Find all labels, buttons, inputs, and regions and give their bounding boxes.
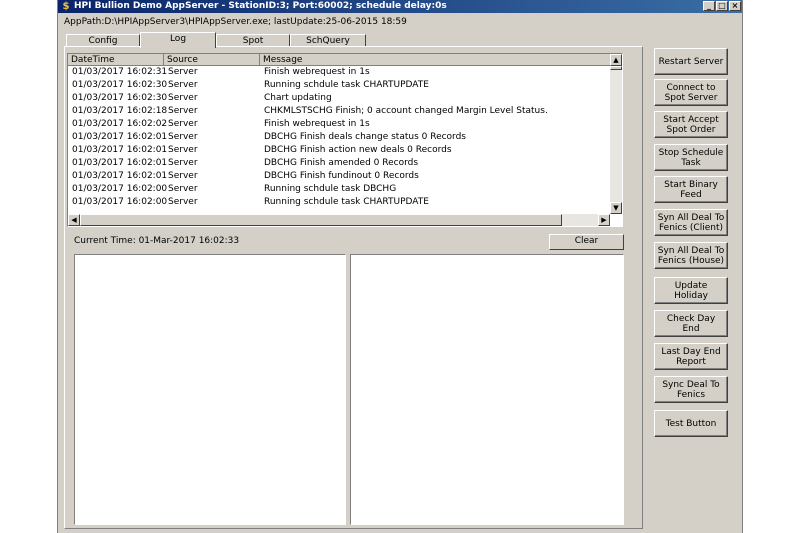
scroll-thumb-horizontal[interactable] (80, 214, 562, 226)
cell-datetime: 01/03/2017 16:02:01 (72, 158, 168, 168)
title-bar[interactable]: $ HPI Bullion Demo AppServer - StationID… (58, 0, 742, 13)
syn-deal-fenics-house-button[interactable]: Syn All Deal To Fenics (House) (654, 242, 728, 269)
cell-source: Server (168, 67, 198, 77)
cell-message: Finish webrequest in 1s (264, 67, 370, 77)
cell-message: Running schdule task CHARTUPDATE (264, 80, 429, 90)
table-row[interactable]: 01/03/2017 16:02:01 Server DBCHG Finish ac… (68, 144, 614, 157)
table-row[interactable]: 01/03/2017 16:02:01 Server DBCHG Finish am… (68, 157, 614, 170)
log-horizontal-scrollbar[interactable]: ◀ ▶ (68, 214, 610, 226)
stop-schedule-task-button[interactable]: Stop Schedule Task (654, 144, 728, 171)
scroll-thumb-vertical[interactable] (610, 66, 622, 70)
update-holiday-button[interactable]: Update Holiday (654, 277, 728, 304)
cell-datetime: 01/03/2017 16:02:00 (72, 197, 168, 207)
table-row[interactable]: 01/03/2017 16:02:30 Server Running schdule… (68, 79, 614, 92)
cell-message: Chart updating (264, 93, 332, 103)
table-row[interactable]: 01/03/2017 16:02:31 Server Finish webreque… (68, 66, 614, 79)
cell-source: Server (168, 119, 198, 129)
cell-source: Server (168, 184, 198, 194)
cell-datetime: 01/03/2017 16:02:30 (72, 93, 168, 103)
cell-source: Server (168, 80, 198, 90)
close-button[interactable]: × (729, 1, 741, 11)
cell-source: Server (168, 145, 198, 155)
scroll-left-icon[interactable]: ◀ (68, 214, 80, 226)
column-header-datetime[interactable]: DateTime (68, 54, 164, 66)
log-grid-header: DateTime Source Message (68, 54, 614, 66)
cell-message: Finish webrequest in 1s (264, 119, 370, 129)
check-day-end-button[interactable]: Check Day End (654, 310, 728, 337)
app-path-label: AppPath:D:\HPIAppServer3\HPIAppServer.ex… (64, 17, 407, 27)
cell-message: DBCHG Finish deals change status 0 Recor… (264, 132, 466, 142)
cell-message: DBCHG Finish fundinout 0 Records (264, 171, 419, 181)
sync-deal-fenics-button[interactable]: Sync Deal To Fenics (654, 376, 728, 403)
table-row[interactable]: 01/03/2017 16:02:01 Server DBCHG Finish de… (68, 131, 614, 144)
scroll-up-icon[interactable]: ▲ (610, 54, 622, 66)
connect-spot-server-button[interactable]: Connect to Spot Server (654, 79, 728, 106)
cell-source: Server (168, 106, 198, 116)
start-binary-feed-button[interactable]: Start Binary Feed (654, 176, 728, 203)
cell-datetime: 01/03/2017 16:02:00 (72, 184, 168, 194)
restart-server-button[interactable]: Restart Server (654, 48, 728, 75)
cell-message: Running schdule task CHARTUPDATE (264, 197, 429, 207)
cell-source: Server (168, 132, 198, 142)
cell-datetime: 01/03/2017 16:02:01 (72, 132, 168, 142)
minimize-button[interactable]: _ (703, 1, 715, 11)
table-row[interactable]: 01/03/2017 16:02:30 Server Chart updating (68, 92, 614, 105)
cell-datetime: 01/03/2017 16:02:01 (72, 171, 168, 181)
scroll-right-icon[interactable]: ▶ (598, 214, 610, 226)
cell-message: CHKMLSTSCHG Finish; 0 account changed Ma… (264, 106, 548, 116)
cell-datetime: 01/03/2017 16:02:01 (72, 145, 168, 155)
cell-source: Server (168, 171, 198, 181)
window-title: HPI Bullion Demo AppServer - StationID:3… (74, 1, 447, 11)
cell-datetime: 01/03/2017 16:02:18 (72, 106, 168, 116)
maximize-button[interactable]: □ (716, 1, 728, 11)
column-header-source[interactable]: Source (164, 54, 260, 66)
app-icon: $ (62, 1, 70, 12)
current-time-label: Current Time: 01-Mar-2017 16:02:33 (74, 236, 240, 246)
output-pane-left[interactable] (74, 254, 346, 525)
last-day-end-report-button[interactable]: Last Day End Report (654, 343, 728, 370)
log-vertical-scrollbar[interactable]: ▲ ▼ (610, 54, 622, 214)
cell-message: Running schdule task DBCHG (264, 184, 397, 194)
tab-log[interactable]: Log (140, 32, 216, 48)
test-button[interactable]: Test Button (654, 410, 728, 437)
syn-deal-fenics-client-button[interactable]: Syn All Deal To Fenics (Client) (654, 209, 728, 236)
cell-message: DBCHG Finish amended 0 Records (264, 158, 419, 168)
table-row[interactable]: 01/03/2017 16:02:01 Server DBCHG Finish fu… (68, 170, 614, 183)
clear-button[interactable]: Clear (549, 234, 624, 250)
cell-datetime: 01/03/2017 16:02:30 (72, 80, 168, 90)
column-header-message[interactable]: Message (260, 54, 614, 66)
cell-source: Server (168, 158, 198, 168)
start-accept-spot-order-button[interactable]: Start Accept Spot Order (654, 111, 728, 138)
app-window: $ HPI Bullion Demo AppServer - StationID… (57, 0, 743, 533)
output-pane-right[interactable] (350, 254, 624, 525)
log-grid[interactable]: DateTime Source Message 01/03/2017 16:02… (67, 53, 623, 227)
table-row[interactable]: 01/03/2017 16:02:00 Server Running schdule… (68, 183, 614, 196)
table-row[interactable]: 01/03/2017 16:02:18 Server CHKMLSTSCHG Fin… (68, 105, 614, 118)
table-row[interactable]: 01/03/2017 16:02:02 Server Finish webreque… (68, 118, 614, 131)
scroll-down-icon[interactable]: ▼ (610, 202, 622, 214)
cell-source: Server (168, 197, 198, 207)
cell-datetime: 01/03/2017 16:02:31 (72, 67, 168, 77)
cell-source: Server (168, 93, 198, 103)
cell-datetime: 01/03/2017 16:02:02 (72, 119, 168, 129)
cell-message: DBCHG Finish action new deals 0 Records (264, 145, 452, 155)
table-row[interactable]: 01/03/2017 16:02:00 Server Running schdule… (68, 196, 614, 209)
